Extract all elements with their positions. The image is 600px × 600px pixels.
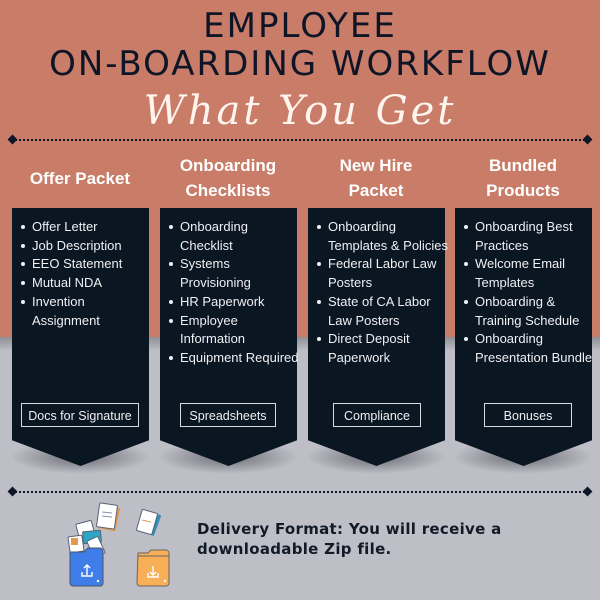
paper-icon bbox=[96, 502, 121, 532]
delivery-line-2: downloadable Zip file. bbox=[197, 540, 392, 558]
divider-diamond-right bbox=[582, 486, 593, 497]
column-heading-offer-packet: Offer Packet bbox=[29, 168, 131, 188]
delivery-line-1: Delivery Format: You will receive a bbox=[197, 520, 502, 538]
list-item: Onboarding Templates & Policies bbox=[317, 218, 450, 255]
column-heading-new-hire-packet: New Hire Packet bbox=[339, 156, 413, 200]
download-folder-icon bbox=[136, 549, 170, 587]
tag-spreadsheets: Spreadsheets bbox=[180, 403, 276, 427]
upload-folder-icon bbox=[69, 547, 104, 587]
divider-diamond-left bbox=[7, 486, 18, 497]
card-bundled-products: Onboarding Best Practices Welcome Email … bbox=[455, 208, 592, 466]
column-heading-onboarding-checklists: Onboarding Checklists bbox=[179, 156, 277, 200]
delivery-format-text: Delivery Format: You will receive a down… bbox=[197, 519, 502, 559]
item-list: Onboarding Checklist Systems Provisionin… bbox=[166, 218, 302, 368]
tag-bonuses: Bonuses bbox=[484, 403, 572, 427]
list-item: Offer Letter bbox=[21, 218, 154, 237]
list-item: Job Description bbox=[21, 237, 154, 256]
title-line-1: EMPLOYEE bbox=[203, 6, 397, 46]
list-item: Equipment Required bbox=[169, 349, 302, 368]
list-item: Onboarding Presentation Bundle bbox=[464, 330, 597, 367]
subtitle-script: What You Get bbox=[143, 88, 457, 134]
list-item: Onboarding & Training Schedule bbox=[464, 293, 597, 330]
folders-upload-download-icon bbox=[67, 502, 170, 587]
bottom-divider bbox=[12, 491, 588, 493]
top-divider bbox=[12, 139, 588, 141]
list-item: EEO Statement bbox=[21, 255, 154, 274]
list-item: Mutual NDA bbox=[21, 274, 154, 293]
list-item: Federal Labor Law Posters bbox=[317, 255, 450, 292]
list-item: State of CA Labor Law Posters bbox=[317, 293, 450, 330]
list-item: Direct Deposit Paperwork bbox=[317, 330, 450, 367]
title-line-2: ON-BOARDING WORKFLOW bbox=[49, 44, 551, 84]
item-list: Onboarding Best Practices Welcome Email … bbox=[461, 218, 597, 368]
item-list: Offer Letter Job Description EEO Stateme… bbox=[18, 218, 154, 330]
list-item: Employee Information bbox=[169, 312, 302, 349]
list-item: HR Paperwork bbox=[169, 293, 302, 312]
list-item: Welcome Email Templates bbox=[464, 255, 597, 292]
card-onboarding-checklists: Onboarding Checklist Systems Provisionin… bbox=[160, 208, 299, 466]
list-item: Systems Provisioning bbox=[169, 255, 302, 292]
paper-icon bbox=[136, 508, 161, 536]
list-item: Onboarding Checklist bbox=[169, 218, 302, 255]
card-new-hire-packet: Onboarding Templates & Policies Federal … bbox=[308, 208, 448, 466]
card-offer-packet: Offer Letter Job Description EEO Stateme… bbox=[12, 208, 149, 466]
list-item: Invention Assignment bbox=[21, 293, 154, 330]
tag-docs-for-signature: Docs for Signature bbox=[21, 403, 139, 427]
column-heading-bundled-products: Bundled Products bbox=[486, 156, 560, 200]
list-item: Onboarding Best Practices bbox=[464, 218, 597, 255]
tag-compliance: Compliance bbox=[333, 403, 421, 427]
item-list: Onboarding Templates & Policies Federal … bbox=[314, 218, 450, 368]
